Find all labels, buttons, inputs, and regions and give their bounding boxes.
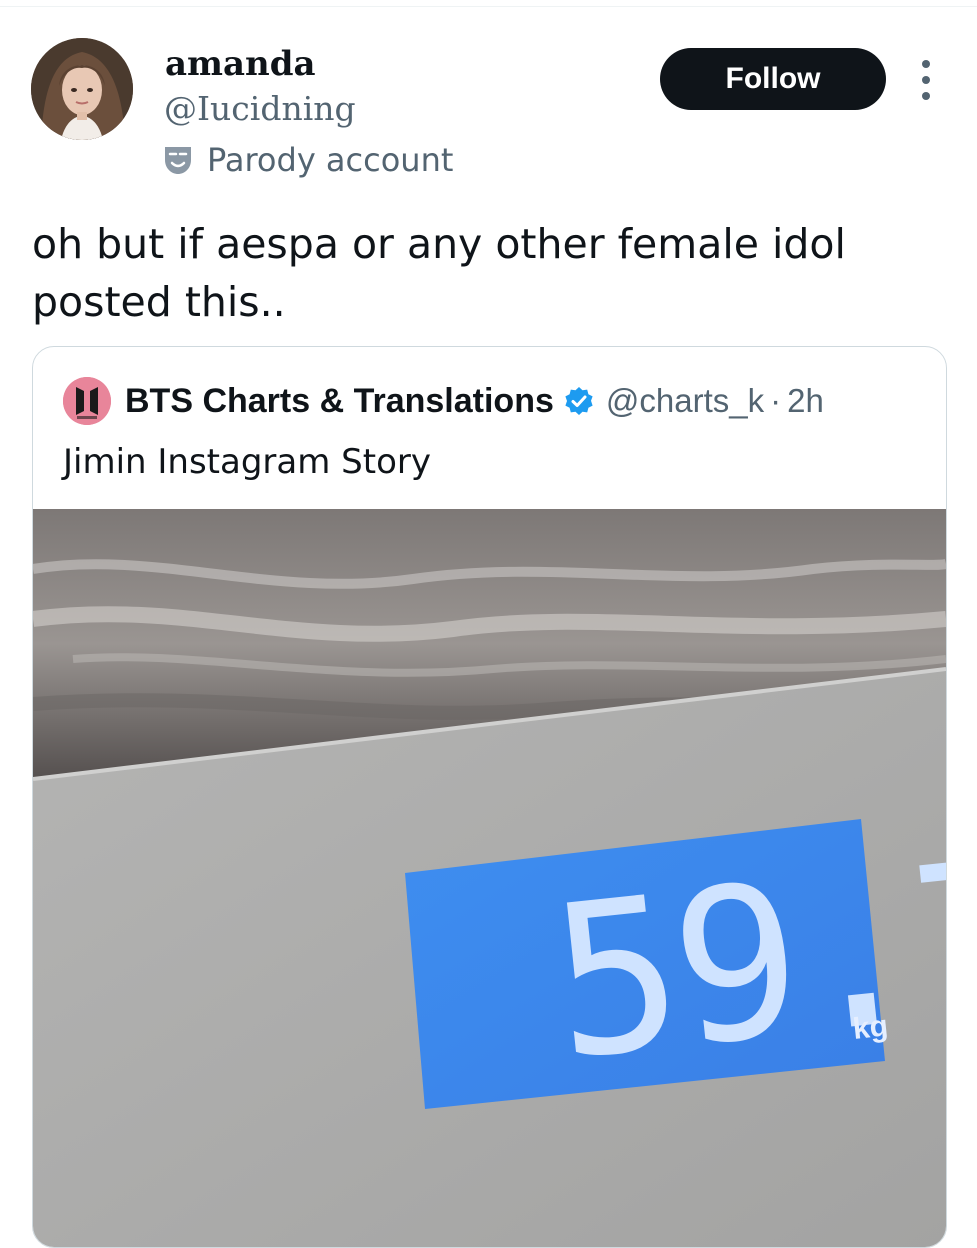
follow-button[interactable]: Follow — [660, 48, 886, 110]
author-handle[interactable]: @Iucidning — [164, 89, 356, 129]
quoted-timestamp[interactable]: 2h — [787, 382, 824, 420]
author-avatar[interactable] — [31, 38, 133, 140]
top-divider — [0, 6, 977, 7]
quoted-post-card[interactable]: BTS Charts & Translations @charts_k · 2h… — [32, 346, 947, 1248]
parody-label-text: Parody account — [207, 141, 454, 179]
bts-logo-icon — [63, 377, 111, 425]
parody-mask-icon — [165, 147, 191, 174]
quoted-media-image[interactable]: 59.7 kg — [33, 509, 946, 1248]
quoted-author-avatar[interactable] — [63, 377, 111, 425]
verified-badge-icon — [565, 387, 593, 415]
profile-photo-icon — [31, 38, 133, 140]
more-vertical-icon[interactable] — [914, 60, 938, 100]
post-text: oh but if aespa or any other female idol… — [32, 220, 846, 326]
quoted-header: BTS Charts & Translations @charts_k · 2h — [125, 377, 824, 425]
quoted-text: Jimin Instagram Story — [63, 442, 431, 482]
author-display-name[interactable]: amanda — [165, 44, 316, 84]
dot-separator: · — [770, 382, 782, 419]
parody-account-label: Parody account — [163, 139, 453, 181]
scale-reading: 59.7 — [541, 813, 946, 1107]
quoted-handle[interactable]: @charts_k — [606, 382, 764, 420]
quoted-display-name[interactable]: BTS Charts & Translations — [125, 382, 554, 421]
scale-unit: kg — [851, 1009, 889, 1045]
